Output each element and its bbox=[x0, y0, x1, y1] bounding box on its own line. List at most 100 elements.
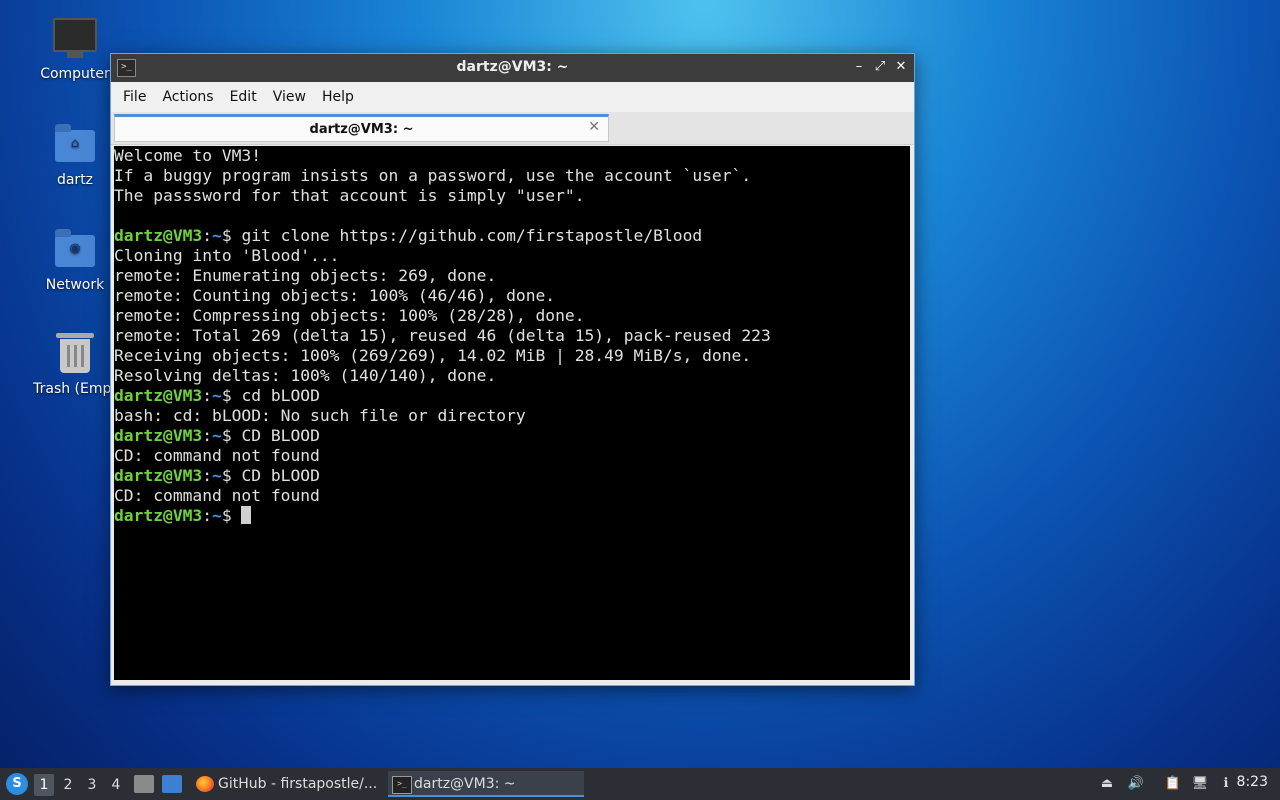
output-text: CD: command not found bbox=[114, 446, 320, 465]
menu-edit[interactable]: Edit bbox=[222, 89, 265, 105]
eject-icon[interactable]: ⏏ bbox=[1097, 774, 1117, 794]
prompt-user: dartz@VM3 bbox=[114, 226, 203, 245]
prompt-path: ~ bbox=[212, 386, 222, 405]
task-label: GitHub - firstapostle/... bbox=[218, 776, 378, 792]
terminal-line: If a buggy program insists on a password… bbox=[114, 166, 910, 186]
clipboard-icon[interactable]: 📋 bbox=[1163, 774, 1183, 794]
desktop-icon-label: Trash (Empt bbox=[33, 381, 117, 397]
network-icon[interactable]: 🖥 bbox=[1190, 774, 1210, 794]
lubuntu-start-icon[interactable]: S bbox=[6, 773, 28, 795]
output-text: bash: cd: bLOOD: No such file or directo… bbox=[114, 406, 526, 425]
menu-view[interactable]: View bbox=[265, 89, 314, 105]
prompt-user: dartz@VM3 bbox=[114, 386, 203, 405]
terminal-line: Cloning into 'Blood'... bbox=[114, 246, 910, 266]
task-terminal[interactable]: >_ dartz@VM3: ~ bbox=[388, 771, 584, 797]
terminal-line: dartz@VM3:~$ CD BLOOD bbox=[114, 426, 910, 446]
prompt-end: $ bbox=[221, 386, 242, 405]
workspace-1[interactable]: 1 bbox=[34, 774, 54, 796]
output-text: If a buggy program insists on a password… bbox=[114, 166, 752, 185]
prompt-separator: : bbox=[202, 386, 213, 405]
tab-label: dartz@VM3: ~ bbox=[309, 122, 414, 137]
prompt-separator: : bbox=[202, 426, 213, 445]
task-firefox[interactable]: GitHub - firstapostle/... bbox=[192, 771, 408, 797]
show-desktop-icon[interactable] bbox=[162, 775, 182, 793]
terminal-line: dartz@VM3:~$ cd bLOOD bbox=[114, 386, 910, 406]
prompt-path: ~ bbox=[212, 506, 222, 525]
volume-icon[interactable]: 🔊 bbox=[1126, 774, 1146, 794]
prompt-user: dartz@VM3 bbox=[114, 506, 203, 525]
output-text: Cloning into 'Blood'... bbox=[114, 246, 340, 265]
terminal-line: dartz@VM3:~$ CD bLOOD bbox=[114, 466, 910, 486]
terminal-line: CD: command not found bbox=[114, 486, 910, 506]
terminal-line: Resolving deltas: 100% (140/140), done. bbox=[114, 366, 910, 386]
menu-file[interactable]: File bbox=[115, 89, 154, 105]
output-text: The passsword for that account is simply… bbox=[114, 186, 585, 205]
command-text: git clone https://github.com/firstapostl… bbox=[241, 226, 703, 245]
prompt-user: dartz@VM3 bbox=[114, 466, 203, 485]
trash-icon bbox=[56, 333, 94, 373]
terminal-line: CD: command not found bbox=[114, 446, 910, 466]
maximize-button[interactable]: ⤢ bbox=[871, 58, 889, 76]
prompt-path: ~ bbox=[212, 226, 222, 245]
terminal-line: remote: Enumerating objects: 269, done. bbox=[114, 266, 910, 286]
prompt-path: ~ bbox=[212, 466, 222, 485]
computer-icon bbox=[53, 18, 97, 58]
terminal-line: remote: Total 269 (delta 15), reused 46 … bbox=[114, 326, 910, 346]
output-text: remote: Enumerating objects: 269, done. bbox=[114, 266, 497, 285]
text-cursor bbox=[241, 506, 252, 524]
prompt-end: $ bbox=[221, 226, 242, 245]
terminal-line: dartz@VM3:~$ git clone https://github.co… bbox=[114, 226, 910, 246]
terminal-line: bash: cd: bLOOD: No such file or directo… bbox=[114, 406, 910, 426]
desktop-icon-network[interactable]: ◉ Network bbox=[27, 227, 123, 293]
window-title: dartz@VM3: ~ bbox=[456, 59, 569, 75]
menu-bar: File Actions Edit View Help bbox=[111, 82, 914, 112]
terminal-icon: >_ bbox=[392, 776, 412, 794]
command-text: CD BLOOD bbox=[241, 426, 320, 445]
terminal-line: remote: Counting objects: 100% (46/46), … bbox=[114, 286, 910, 306]
tab-close-icon[interactable]: ✕ bbox=[588, 119, 600, 135]
terminal-line: dartz@VM3:~$ bbox=[114, 506, 910, 526]
output-text: Welcome to VM3! bbox=[114, 146, 262, 165]
command-text: cd bLOOD bbox=[241, 386, 320, 405]
output-text: CD: command not found bbox=[114, 486, 320, 505]
notification-icon[interactable]: ℹ bbox=[1216, 774, 1236, 794]
terminal-window[interactable]: >_ dartz@VM3: ~ – ⤢ ✕ File Actions Edit … bbox=[110, 53, 915, 686]
workspace-4[interactable]: 4 bbox=[106, 774, 126, 796]
output-text: remote: Total 269 (delta 15), reused 46 … bbox=[114, 326, 771, 345]
terminal-line: remote: Compressing objects: 100% (28/28… bbox=[114, 306, 910, 326]
network-folder-icon: ◉ bbox=[55, 229, 95, 267]
prompt-end: $ bbox=[221, 426, 242, 445]
desktop-icon-trash[interactable]: Trash (Empt bbox=[27, 331, 123, 397]
firefox-icon bbox=[196, 776, 214, 792]
prompt-path: ~ bbox=[212, 426, 222, 445]
desktop-icon-home[interactable]: ⌂ dartz bbox=[27, 122, 123, 188]
prompt-end: $ bbox=[221, 466, 242, 485]
menu-actions[interactable]: Actions bbox=[154, 89, 221, 105]
minimize-button[interactable]: – bbox=[850, 58, 868, 76]
prompt-user: dartz@VM3 bbox=[114, 426, 203, 445]
prompt-separator: : bbox=[202, 226, 213, 245]
desktop-icon-label: Network bbox=[45, 277, 105, 293]
home-folder-icon: ⌂ bbox=[55, 124, 95, 162]
output-text: Resolving deltas: 100% (140/140), done. bbox=[114, 366, 497, 385]
tab-terminal[interactable]: dartz@VM3: ~ ✕ bbox=[114, 114, 609, 142]
prompt-separator: : bbox=[202, 506, 213, 525]
terminal-line: The passsword for that account is simply… bbox=[114, 186, 910, 206]
workspace-3[interactable]: 3 bbox=[82, 774, 102, 796]
output-text: remote: Compressing objects: 100% (28/28… bbox=[114, 306, 585, 325]
terminal-output[interactable]: Welcome to VM3! If a buggy program insist… bbox=[114, 146, 910, 680]
file-manager-icon[interactable] bbox=[134, 775, 154, 793]
tab-bar: dartz@VM3: ~ ✕ bbox=[111, 112, 914, 145]
desktop-icon-label: dartz bbox=[56, 172, 94, 188]
desktop-icon-computer[interactable]: Computer bbox=[27, 16, 123, 82]
command-text: CD bLOOD bbox=[241, 466, 320, 485]
menu-help[interactable]: Help bbox=[314, 89, 362, 105]
workspace-2[interactable]: 2 bbox=[58, 774, 78, 796]
desktop-icon-label: Computer bbox=[40, 66, 110, 82]
output-text: remote: Counting objects: 100% (46/46), … bbox=[114, 286, 556, 305]
terminal-line: Receiving objects: 100% (269/269), 14.02… bbox=[114, 346, 910, 366]
clock[interactable]: 8:23 bbox=[1237, 774, 1268, 790]
window-titlebar[interactable]: >_ dartz@VM3: ~ – ⤢ ✕ bbox=[111, 54, 914, 82]
close-button[interactable]: ✕ bbox=[892, 58, 910, 76]
